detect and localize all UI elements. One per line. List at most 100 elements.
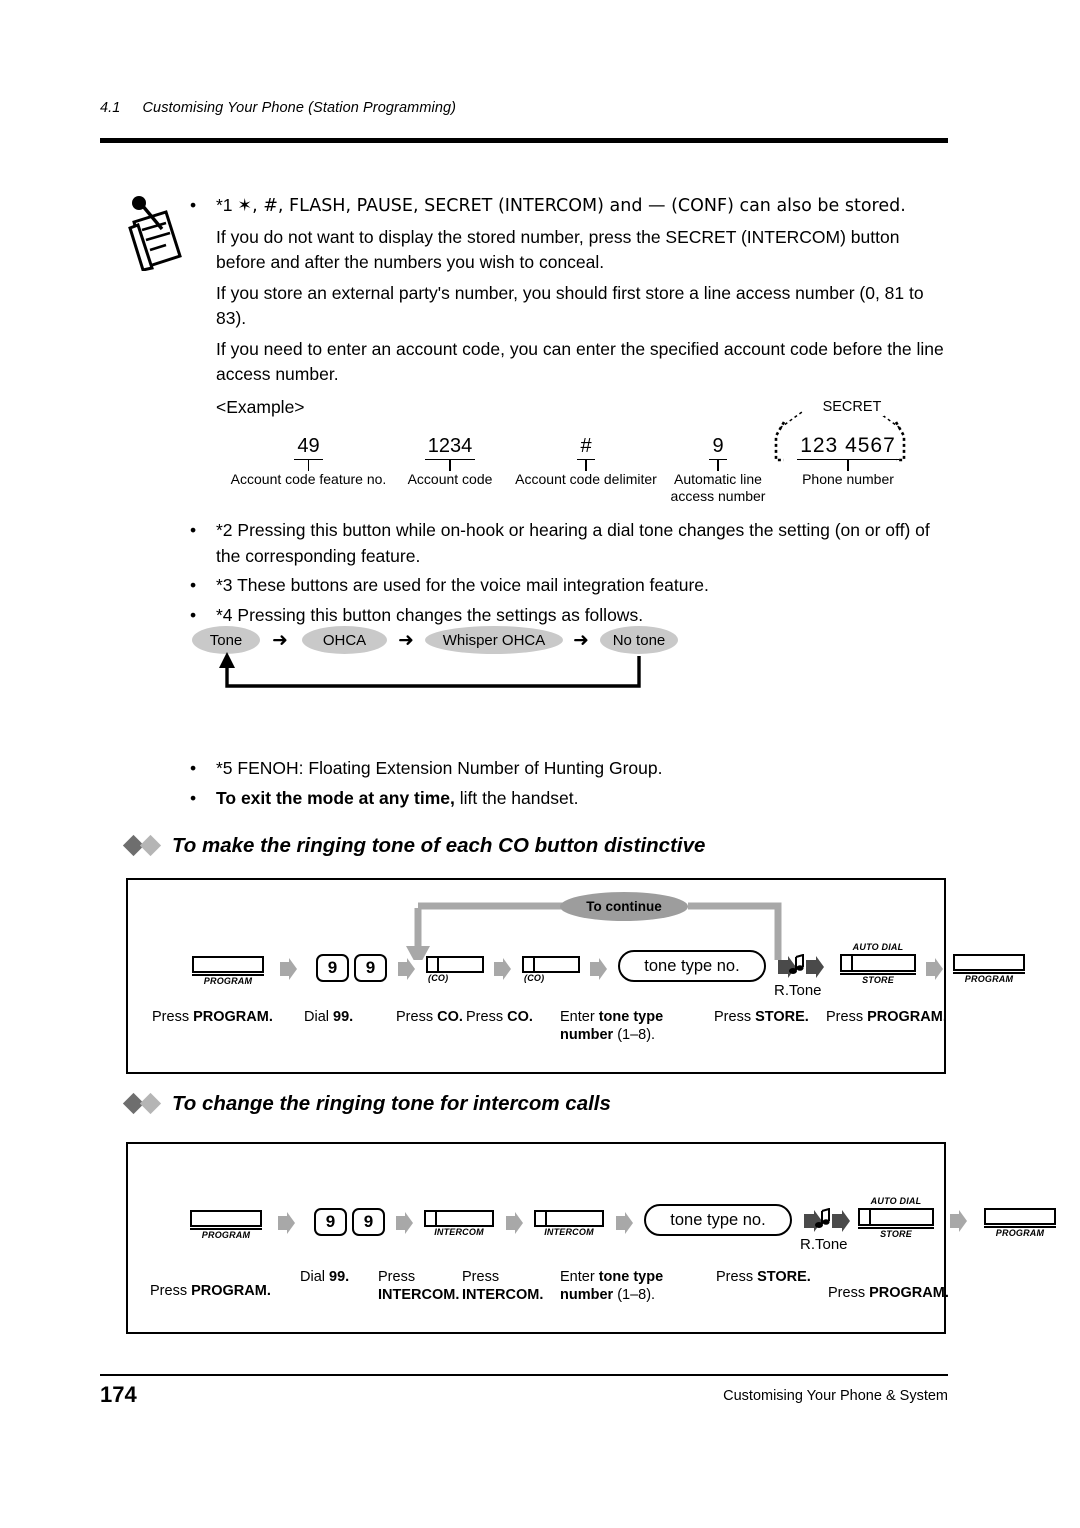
example-value-0: 49 bbox=[294, 434, 323, 460]
caption-plain: Press bbox=[828, 1285, 870, 1301]
header-section-number: 4.1 bbox=[100, 100, 121, 116]
footer-divider bbox=[100, 1374, 948, 1377]
example-caption-3: Automatic line access number bbox=[670, 471, 766, 504]
section-heading-2: To change the ringing tone for intercom … bbox=[122, 1092, 946, 1124]
step-caption-program-final-1: Press PROGRAM. bbox=[826, 1008, 966, 1026]
tone-cycle-diagram: Tone ➜ OHCA ➜ Whisper OHCA ➜ No tone bbox=[192, 626, 678, 696]
program-button-label: PROGRAM bbox=[201, 1230, 251, 1241]
step-caption-store-1: Press STORE. bbox=[714, 1008, 824, 1026]
intercom-button-icon bbox=[534, 1210, 604, 1227]
note-bullet-3: • *3 These buttons are used for the voic… bbox=[185, 573, 945, 599]
bullet-dot-icon: • bbox=[190, 758, 197, 778]
caption-bold: PROGRAM. bbox=[193, 1009, 273, 1025]
caption-bold: CO. bbox=[437, 1009, 463, 1025]
tone-type-pill-label: tone type no. bbox=[644, 956, 740, 975]
example-caption-2: Account code delimiter bbox=[515, 471, 657, 487]
bullet-dot-icon: • bbox=[190, 604, 197, 625]
notes-block-3: • *5 FENOH: Floating Extension Number of… bbox=[185, 756, 945, 813]
autodial-store-button-icon bbox=[840, 954, 916, 972]
step-caption-tone-type-2: Enter tone type number (1–8). bbox=[560, 1268, 700, 1304]
caption-plain: Enter bbox=[560, 1009, 599, 1025]
procedure-box-co-ringing-tone: To continue PROGRAM 9 9 (CO) (CO) tone t… bbox=[126, 878, 946, 1074]
step-key-digit-9-a[interactable]: 9 bbox=[316, 954, 349, 982]
example-value-1: 1234 bbox=[424, 434, 476, 460]
flow-arrow-icon bbox=[396, 1212, 413, 1234]
example-item-3: 9 Automatic line access number bbox=[668, 434, 768, 504]
step-caption-store-2: Press STORE. bbox=[716, 1268, 826, 1286]
co-button-label: (CO) bbox=[524, 973, 545, 983]
header-section-title: Customising Your Phone (Station Programm… bbox=[142, 100, 457, 116]
note-bullet-1: • *1 ✶, #, FLASH, PAUSE, SECRET (INTERCO… bbox=[185, 193, 945, 220]
flow-arrow-icon bbox=[616, 1212, 633, 1234]
note-paragraph-2: If you store an external party's number,… bbox=[216, 282, 924, 329]
flow-arrow-icon bbox=[926, 958, 943, 980]
step-key-autodial-store-2[interactable]: AUTO DIAL STORE bbox=[858, 1196, 934, 1240]
note-bullet-4: • *4 Pressing this button changes the se… bbox=[185, 603, 945, 629]
step-key-digit-9-b-b[interactable]: 9 bbox=[352, 1208, 385, 1236]
example-caption-0: Account code feature no. bbox=[230, 471, 387, 487]
footer-title: Customising Your Phone & System bbox=[723, 1388, 948, 1404]
notes-block: • *1 ✶, #, FLASH, PAUSE, SECRET (INTERCO… bbox=[185, 193, 945, 420]
program-button-icon bbox=[190, 1210, 262, 1227]
caption-bold: STORE. bbox=[757, 1269, 811, 1285]
header-divider bbox=[100, 138, 948, 143]
ring-tone-icon bbox=[804, 1207, 850, 1234]
intercom-button-icon bbox=[424, 1210, 494, 1227]
note-bullet-2-text: *2 Pressing this button while on-hook or… bbox=[216, 520, 930, 566]
step-caption-program-1: Press PROGRAM. bbox=[152, 1008, 312, 1026]
step-key-program-closing-1[interactable]: PROGRAM bbox=[953, 954, 1025, 985]
step-key-co-2[interactable]: (CO) bbox=[522, 956, 580, 984]
example-value-3: 9 bbox=[709, 434, 727, 460]
co-button-icon bbox=[522, 956, 580, 973]
step-key-co-1[interactable]: (CO) bbox=[426, 956, 484, 984]
step-key-intercom-1[interactable]: INTERCOM bbox=[424, 1210, 494, 1238]
step-key-autodial-store[interactable]: AUTO DIAL STORE bbox=[840, 942, 916, 986]
bullet-dot-icon: • bbox=[190, 787, 197, 808]
step-caption-dial-99-1: Dial 99. bbox=[304, 1008, 404, 1026]
bullet-dot-icon: • bbox=[190, 195, 197, 215]
program-button-label: PROGRAM bbox=[995, 1228, 1045, 1239]
caption-bold: 99. bbox=[329, 1269, 350, 1285]
step-caption-program-1b: Press PROGRAM. bbox=[150, 1282, 310, 1300]
step-key-program-final-2[interactable]: PROGRAM bbox=[984, 1208, 1056, 1239]
note-bullet-1-prefix: *1 bbox=[216, 195, 233, 215]
step-caption-program-final-2: Press PROGRAM. bbox=[828, 1284, 978, 1302]
flow-arrow-icon bbox=[950, 1210, 967, 1232]
step-key-intercom-2[interactable]: INTERCOM bbox=[534, 1210, 604, 1238]
example-caption-1: Account code bbox=[407, 471, 493, 487]
step-key-program-1[interactable]: PROGRAM bbox=[192, 956, 264, 987]
caption-bold: STORE. bbox=[755, 1009, 809, 1025]
step-key-program-1b[interactable]: PROGRAM bbox=[190, 1210, 262, 1241]
digit-label: 9 bbox=[365, 958, 376, 977]
flow-arrow-icon bbox=[506, 1212, 523, 1234]
step-caption-intercom-2: Press INTERCOM. bbox=[462, 1268, 550, 1304]
caption-plain: Press bbox=[152, 1009, 194, 1025]
step-key-tone-type-number-2[interactable]: tone type no. bbox=[644, 1204, 792, 1236]
store-button-label: STORE bbox=[880, 1229, 912, 1240]
secret-label: SECRET bbox=[819, 399, 885, 416]
tone-loopback-arrow-icon bbox=[219, 652, 641, 688]
digit-label: 9 bbox=[327, 958, 338, 977]
page-header: 4.1 Customising Your Phone (Station Progr… bbox=[100, 100, 948, 116]
example-stem-2 bbox=[585, 460, 587, 471]
flow-arrow-icon bbox=[494, 958, 511, 980]
autodial-button-label: AUTO DIAL bbox=[870, 1196, 922, 1206]
note-bullet-5-text: *5 FENOH: Floating Extension Number of H… bbox=[216, 758, 663, 778]
co-button-label: (CO) bbox=[428, 973, 449, 983]
step-key-digit-9-b[interactable]: 9 bbox=[354, 954, 387, 982]
flow-arrow-icon bbox=[590, 958, 607, 980]
step-key-tone-type-number[interactable]: tone type no. bbox=[618, 950, 766, 982]
flow-arrow-icon bbox=[280, 958, 297, 980]
caption-plain: Press bbox=[150, 1283, 192, 1299]
note-bullet-6-bold: To exit the mode at any time, bbox=[216, 787, 455, 808]
section-heading-1: To make the ringing tone of each CO butt… bbox=[122, 834, 946, 866]
to-continue-badge: To continue bbox=[560, 892, 688, 921]
caption-tail: (1–8). bbox=[613, 1027, 656, 1043]
step-key-digit-9-a-b[interactable]: 9 bbox=[314, 1208, 347, 1236]
to-continue-label: To continue bbox=[586, 899, 662, 914]
note-bullet-2: • *2 Pressing this button while on-hook … bbox=[185, 518, 945, 569]
caption-bold: INTERCOM. bbox=[378, 1287, 460, 1303]
header-breadcrumb: 4.1 Customising Your Phone (Station Progr… bbox=[100, 100, 948, 116]
ring-tone-icon bbox=[778, 953, 824, 980]
note-bullet-6-rest: lift the handset. bbox=[454, 787, 579, 808]
